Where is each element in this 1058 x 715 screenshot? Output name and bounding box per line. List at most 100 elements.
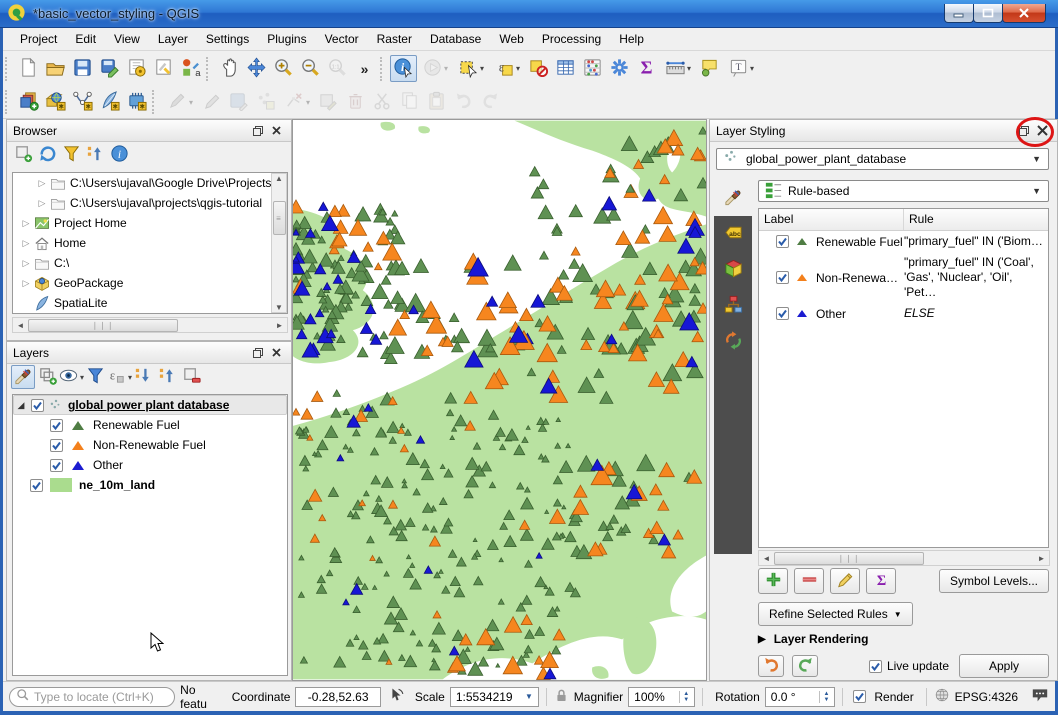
browser-vscrollbar[interactable]: ▲≡▼: [271, 173, 287, 313]
browser-item[interactable]: ▷C:\Users\ujaval\projects\qgis-tutorial: [13, 193, 287, 213]
filter-browser-button[interactable]: [59, 143, 83, 167]
remove-layer-button[interactable]: [179, 365, 203, 389]
zoom-in-button[interactable]: [270, 55, 297, 82]
measure-line-button[interactable]: ▾: [660, 55, 696, 82]
expand-all-button[interactable]: [131, 365, 155, 389]
browser-item[interactable]: ▷GeoPackage: [13, 273, 287, 293]
add-spatialite-layer-button[interactable]: [96, 89, 123, 116]
visibility-checkbox[interactable]: [30, 479, 43, 492]
expander-icon[interactable]: ▷: [19, 258, 33, 269]
coordinate-input[interactable]: -0.28,52.63: [295, 687, 380, 707]
legend-rule-row[interactable]: Non-Renewable Fuel: [13, 435, 287, 455]
visibility-checkbox[interactable]: [776, 271, 789, 284]
history-tab[interactable]: [714, 324, 752, 360]
legend-rule-row[interactable]: Renewable Fuel: [13, 415, 287, 435]
toolbar-handle[interactable]: [206, 57, 214, 81]
statistical-summary-button[interactable]: Σ: [633, 55, 660, 82]
select-features-button[interactable]: ▾: [453, 55, 489, 82]
open-project-button[interactable]: [42, 55, 69, 82]
menu-web[interactable]: Web: [490, 29, 532, 49]
pan-to-selection-button[interactable]: [243, 55, 270, 82]
add-rule-button[interactable]: [758, 568, 788, 594]
map-tips-button[interactable]: [696, 55, 723, 82]
save-project-as-button[interactable]: [96, 55, 123, 82]
manage-map-themes-button[interactable]: ▾: [59, 365, 83, 389]
expander-icon[interactable]: ▷: [35, 198, 49, 209]
edit-rule-button[interactable]: [830, 568, 860, 594]
collapse-all-browser-button[interactable]: [83, 143, 107, 167]
styling-layer-selector[interactable]: global_power_plant_database ▼: [716, 148, 1049, 170]
visibility-checkbox[interactable]: [50, 419, 63, 432]
layer-rendering-section[interactable]: ▶Layer Rendering: [758, 632, 868, 646]
maximize-button[interactable]: [973, 4, 1003, 23]
layers-close-icon[interactable]: [267, 345, 285, 361]
view-3d-tab[interactable]: [714, 252, 752, 288]
rule-table-row[interactable]: Renewable Fuel"primary_fuel" IN ('Biom…: [759, 231, 1048, 252]
browser-close-icon[interactable]: [267, 123, 285, 139]
add-vector-layer-button[interactable]: [42, 89, 69, 116]
pan-map-button[interactable]: [216, 55, 243, 82]
collapse-all-button[interactable]: [155, 365, 179, 389]
open-attribute-table-button[interactable]: [552, 55, 579, 82]
menu-plugins[interactable]: Plugins: [258, 29, 315, 49]
browser-item[interactable]: SpatiaLite: [13, 293, 287, 313]
menu-processing[interactable]: Processing: [533, 29, 610, 49]
browser-hscrollbar[interactable]: ◄❘❘❘►: [12, 317, 288, 333]
mouse-tracking-icon[interactable]: [387, 687, 404, 707]
add-group-button[interactable]: [35, 365, 59, 389]
filter-legend-button[interactable]: [83, 365, 107, 389]
messages-icon[interactable]: [1031, 687, 1049, 706]
close-button[interactable]: [1002, 4, 1046, 23]
crs-value[interactable]: EPSG:4326: [955, 690, 1018, 704]
symbol-levels-button[interactable]: Symbol Levels...: [939, 569, 1049, 593]
symbology-tab[interactable]: [714, 180, 752, 216]
add-mesh-layer-button[interactable]: [123, 89, 150, 116]
toolbar-handle[interactable]: [152, 90, 160, 114]
renderer-combo[interactable]: Rule-based ▼: [758, 180, 1049, 202]
browser-item[interactable]: ▷Home: [13, 233, 287, 253]
visibility-checkbox[interactable]: [31, 399, 44, 412]
style-redo-button[interactable]: [792, 655, 818, 677]
new-project-button[interactable]: [15, 55, 42, 82]
browser-properties-button[interactable]: i: [107, 143, 131, 167]
apply-button[interactable]: Apply: [959, 654, 1049, 678]
menu-vector[interactable]: Vector: [316, 29, 368, 49]
browser-float-icon[interactable]: [249, 123, 267, 139]
rule-table-row[interactable]: OtherELSE: [759, 303, 1048, 324]
render-checkbox[interactable]: [853, 690, 866, 703]
expander-icon[interactable]: ▷: [19, 238, 33, 249]
save-project-button[interactable]: [69, 55, 96, 82]
browser-item[interactable]: ▷C:\Users\ujaval\Google Drive\Projects: [13, 173, 287, 193]
browser-item[interactable]: ▷C:\: [13, 253, 287, 273]
visibility-checkbox[interactable]: [50, 439, 63, 452]
map-canvas[interactable]: [292, 119, 707, 681]
processing-toolbox-button[interactable]: [606, 55, 633, 82]
field-calculator-button[interactable]: [579, 55, 606, 82]
menu-help[interactable]: Help: [610, 29, 653, 49]
show-layout-manager-button[interactable]: [150, 55, 177, 82]
visibility-checkbox[interactable]: [50, 459, 63, 472]
locate-input[interactable]: Type to locate (Ctrl+K): [9, 687, 175, 707]
layers-float-icon[interactable]: [249, 345, 267, 361]
menu-raster[interactable]: Raster: [368, 29, 421, 49]
add-delimited-text-layer-button[interactable]: [69, 89, 96, 116]
select-by-expression-button[interactable]: ε▾: [489, 55, 525, 82]
open-layer-styling-panel-button[interactable]: [11, 365, 35, 389]
scale-combo[interactable]: 1:5534219▼: [450, 687, 539, 707]
visibility-checkbox[interactable]: [776, 307, 789, 320]
crs-globe-icon[interactable]: [934, 687, 950, 706]
new-print-layout-button[interactable]: [123, 55, 150, 82]
expander-icon[interactable]: ◢: [14, 400, 28, 411]
diagrams-tab[interactable]: [714, 288, 752, 324]
text-annotation-button[interactable]: T▾: [723, 55, 759, 82]
data-source-manager-button[interactable]: [15, 89, 42, 116]
expander-icon[interactable]: ▷: [19, 218, 33, 229]
legend-rule-row[interactable]: Other: [13, 455, 287, 475]
layer-row-global-power-plant-database[interactable]: ◢global power plant database: [13, 395, 287, 415]
style-undo-button[interactable]: [758, 655, 784, 677]
rotation-spinbox[interactable]: 0.0 °▲▼: [765, 687, 836, 707]
rules-hscrollbar[interactable]: ◄❘❘❘►: [758, 550, 1050, 566]
refine-rules-button[interactable]: Refine Selected Rules▼: [758, 602, 913, 626]
count-features-button[interactable]: Σ: [866, 568, 896, 594]
menu-view[interactable]: View: [105, 29, 149, 49]
